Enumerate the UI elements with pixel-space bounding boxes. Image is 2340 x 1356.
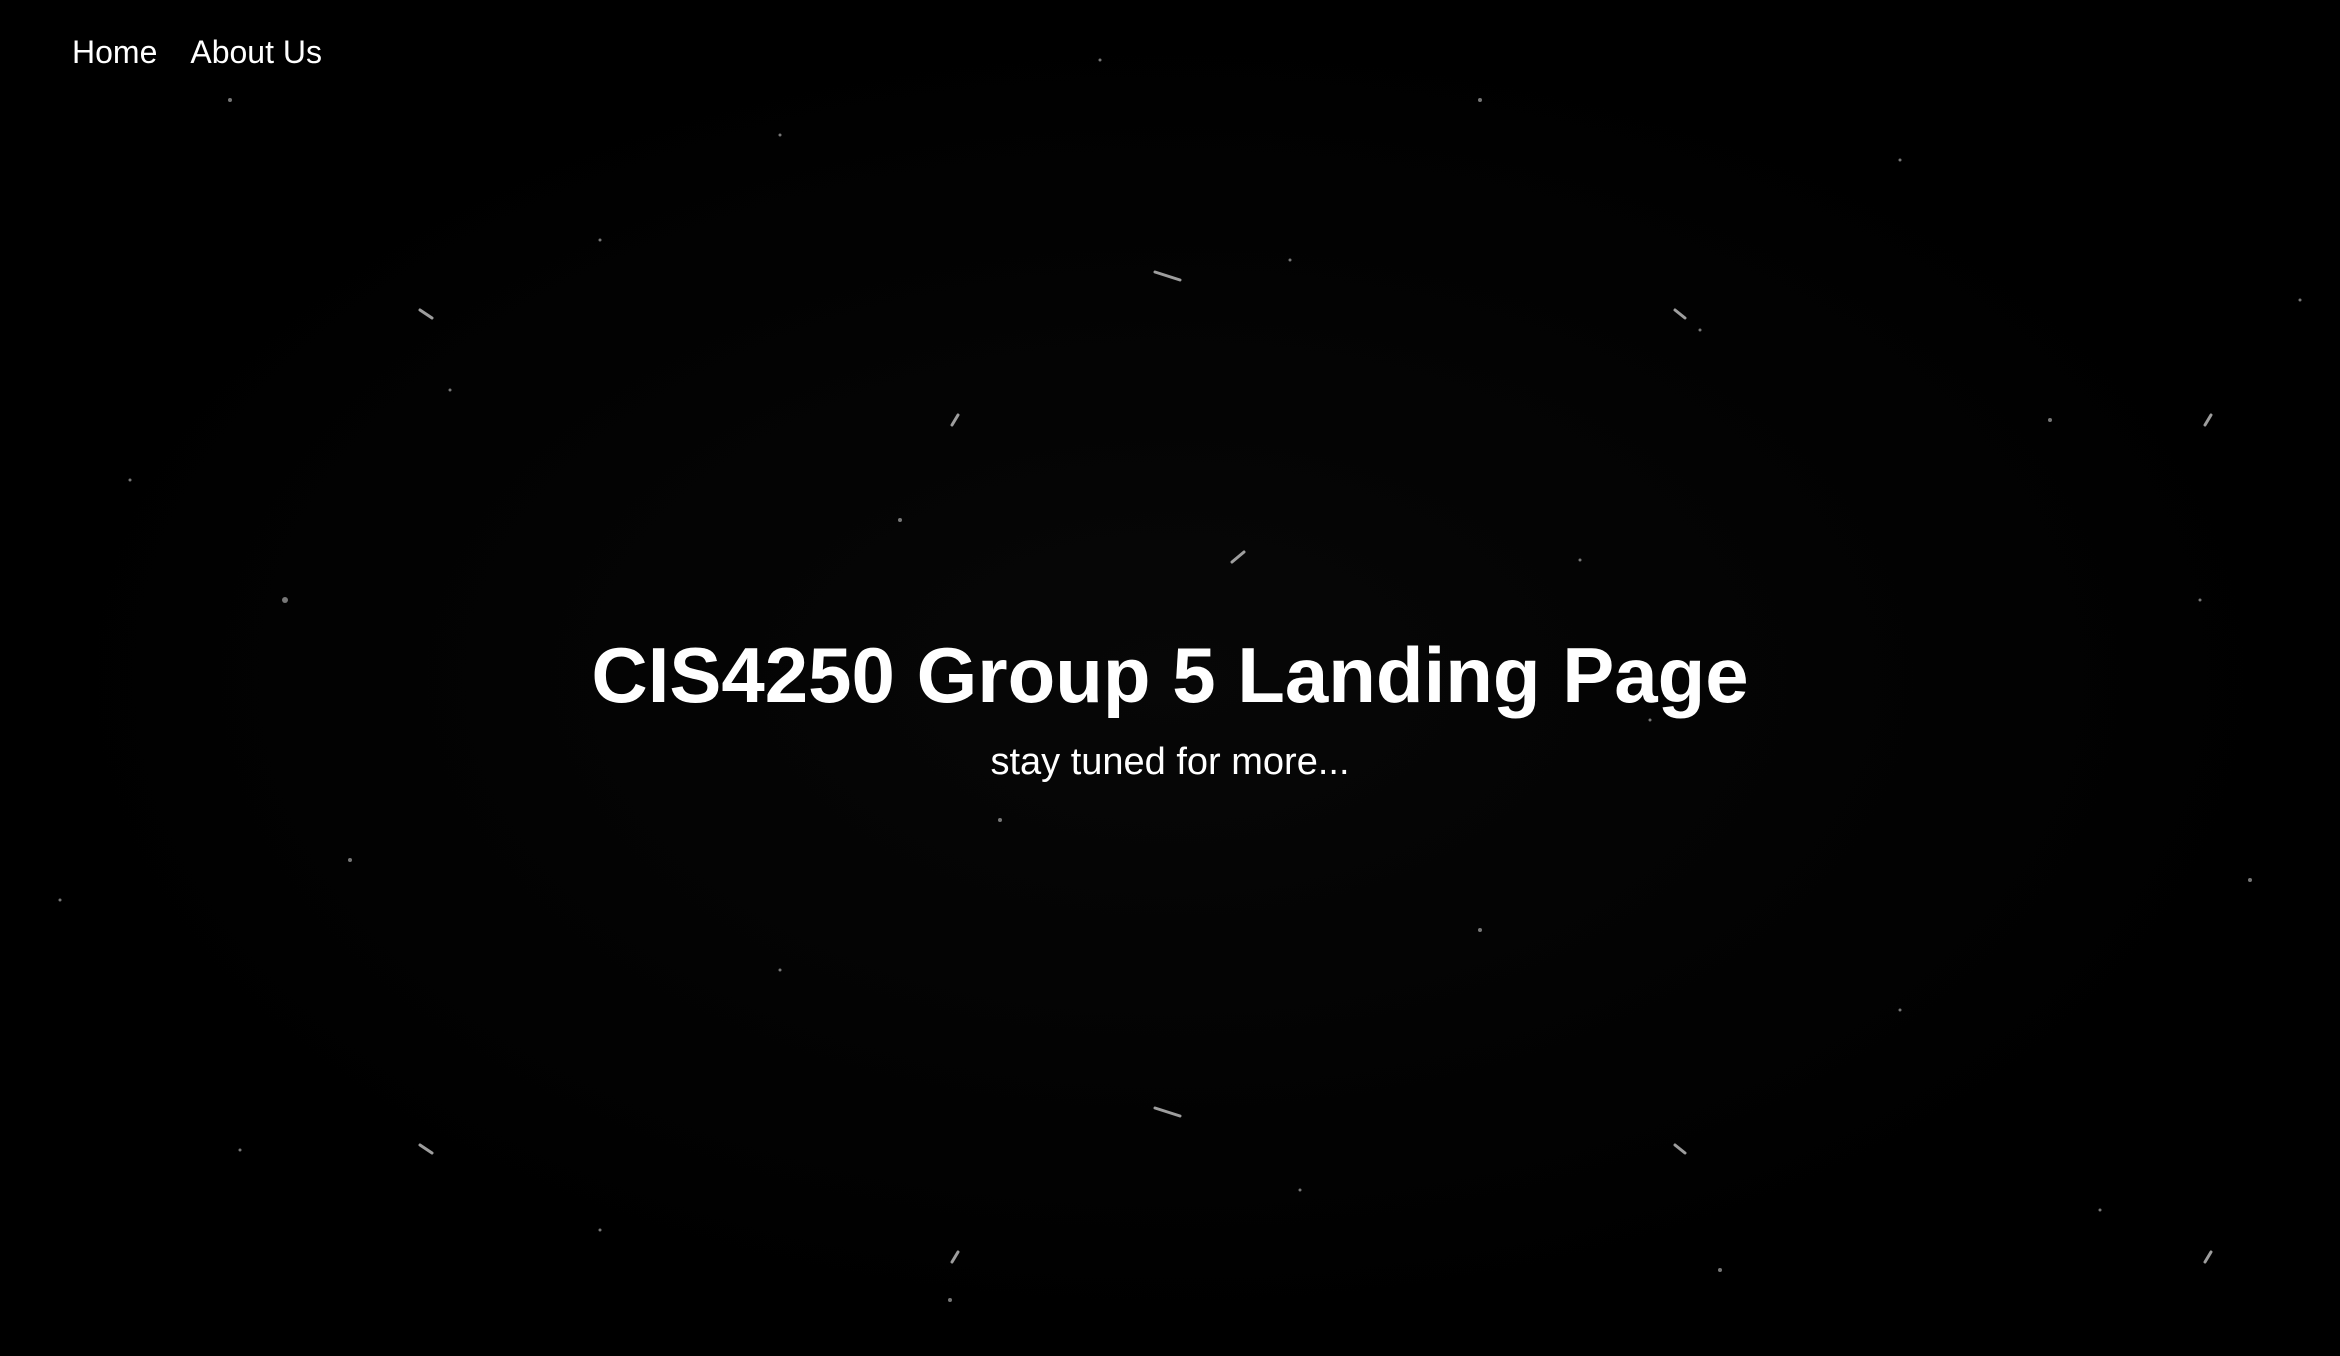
top-nav: Home About Us — [72, 28, 322, 76]
nav-link-about-us[interactable]: About Us — [190, 28, 322, 76]
page-subtitle: stay tuned for more... — [990, 741, 1350, 783]
nav-link-home[interactable]: Home — [72, 28, 157, 76]
page-title: CIS4250 Group 5 Landing Page — [591, 631, 1749, 719]
hero-section: CIS4250 Group 5 Landing Page stay tuned … — [0, 620, 2340, 790]
